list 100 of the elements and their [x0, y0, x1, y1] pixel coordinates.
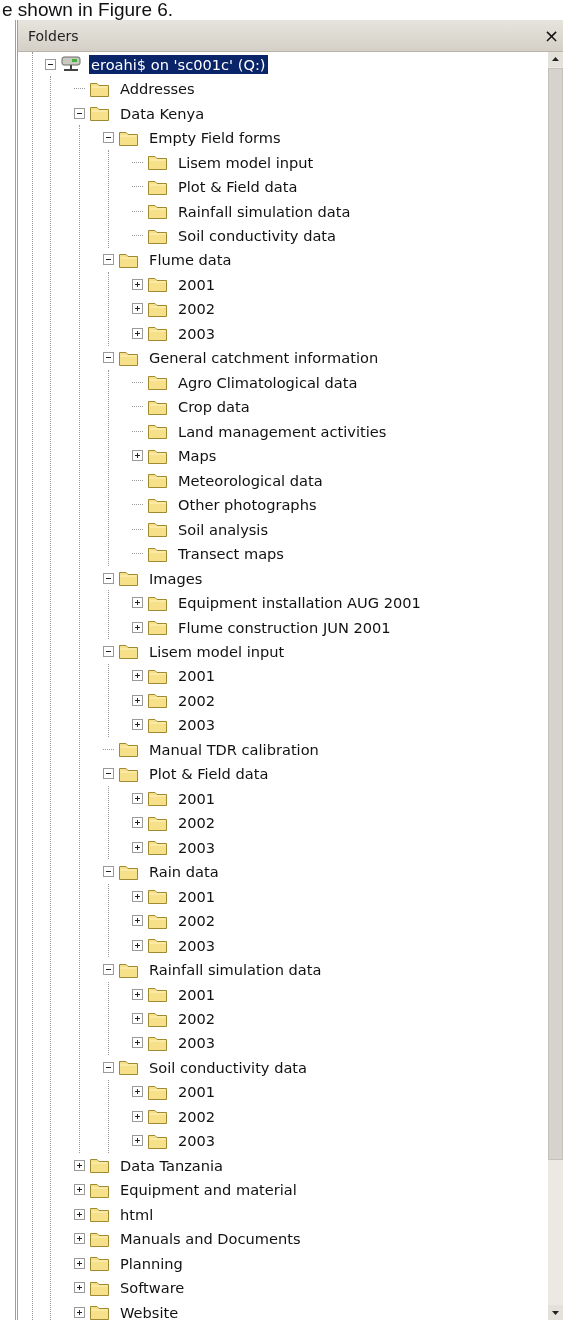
folder-label[interactable]: 2002	[176, 1009, 218, 1028]
folder-label[interactable]: 2001	[176, 666, 218, 686]
expand-icon[interactable]	[74, 1159, 85, 1171]
collapse-icon[interactable]	[103, 572, 114, 584]
expand-icon[interactable]	[132, 841, 143, 853]
folder-label[interactable]: Data Tanzania	[118, 1155, 226, 1175]
expand-icon[interactable]	[132, 303, 143, 315]
folder-label[interactable]: Equipment and material	[118, 1180, 299, 1200]
folder-label[interactable]: Soil conductivity data	[176, 226, 339, 245]
expand-icon[interactable]	[74, 1282, 85, 1294]
folder-label[interactable]: Planning	[118, 1253, 185, 1273]
folder-label[interactable]: Soil conductivity data	[147, 1057, 310, 1077]
folder-label[interactable]: Empty Field forms	[147, 128, 283, 148]
expand-icon[interactable]	[132, 670, 143, 682]
expand-icon[interactable]	[132, 719, 143, 731]
expand-icon[interactable]	[74, 1208, 85, 1220]
folder-label[interactable]: eroahi$ on 'sc001c' (Q:)	[89, 54, 268, 74]
scroll-up-icon[interactable]	[548, 52, 563, 67]
expand-icon[interactable]	[74, 1233, 85, 1245]
expand-icon[interactable]	[132, 694, 143, 706]
expand-icon[interactable]	[132, 1013, 143, 1024]
folder-label[interactable]: Plot & Field data	[176, 177, 300, 197]
folder-label[interactable]: 2001	[176, 886, 218, 906]
folder-icon	[147, 691, 169, 710]
expand-icon[interactable]	[132, 621, 143, 633]
expand-icon[interactable]	[132, 1037, 143, 1049]
collapse-icon[interactable]	[103, 1061, 114, 1073]
folder-label[interactable]: Flume construction JUN 2001	[176, 617, 393, 637]
collapse-icon[interactable]	[45, 58, 56, 70]
expand-icon[interactable]	[132, 278, 143, 290]
folder-label[interactable]: Transect maps	[176, 544, 286, 564]
folder-label[interactable]: 2003	[176, 1131, 218, 1151]
expand-icon[interactable]	[132, 1110, 143, 1122]
folder-icon	[89, 1254, 111, 1273]
expand-icon[interactable]	[74, 1306, 85, 1318]
folder-label[interactable]: 2002	[176, 911, 218, 931]
expand-icon[interactable]	[132, 915, 143, 927]
folder-label[interactable]: Manual TDR calibration	[147, 739, 321, 759]
folder-label[interactable]: 2001	[176, 274, 218, 294]
folder-label[interactable]: 2003	[176, 1033, 218, 1053]
expand-icon[interactable]	[132, 1135, 143, 1147]
folder-label[interactable]: 2003	[176, 837, 218, 857]
folder-label[interactable]: 2002	[176, 813, 218, 833]
folder-label[interactable]: 2001	[176, 788, 218, 808]
folder-label[interactable]: Lisem model input	[147, 642, 287, 661]
folder-label[interactable]: 2002	[176, 690, 218, 710]
collapse-icon[interactable]	[103, 132, 114, 144]
folder-icon	[147, 520, 169, 539]
expand-icon[interactable]	[74, 1184, 85, 1196]
folder-label[interactable]: Images	[147, 568, 205, 588]
folder-label[interactable]: 2001	[176, 1082, 218, 1102]
folder-label[interactable]: Soil analysis	[176, 519, 271, 539]
folder-label[interactable]: 2003	[176, 323, 218, 343]
folder-label[interactable]: Lisem model input	[176, 152, 316, 172]
folder-label[interactable]: Manuals and Documents	[118, 1229, 303, 1249]
folder-label[interactable]: Crop data	[176, 397, 252, 417]
scroll-down-icon[interactable]	[548, 1305, 563, 1320]
folder-label[interactable]: Other photographs	[176, 495, 319, 515]
folder-icon	[89, 1156, 111, 1175]
folder-icon	[118, 569, 140, 588]
expand-icon[interactable]	[132, 792, 143, 804]
folder-label[interactable]: Software	[118, 1278, 187, 1298]
collapse-icon[interactable]	[103, 866, 114, 878]
folder-label[interactable]: Flume data	[147, 250, 234, 270]
folder-label[interactable]: Rainfall simulation data	[176, 201, 353, 221]
expand-icon[interactable]	[132, 939, 143, 951]
folder-label[interactable]: Equipment installation AUG 2001	[176, 593, 423, 613]
folder-label[interactable]: Rain data	[147, 862, 221, 882]
collapse-icon[interactable]	[103, 352, 114, 364]
close-button[interactable]: ×	[541, 25, 561, 46]
folder-label[interactable]: Rainfall simulation data	[147, 960, 324, 980]
expand-icon[interactable]	[132, 988, 143, 1000]
folder-label[interactable]: 2002	[176, 299, 218, 319]
folder-label[interactable]: Data Kenya	[118, 103, 207, 123]
folder-label[interactable]: Agro Climatological data	[176, 372, 360, 392]
collapse-icon[interactable]	[74, 107, 85, 119]
expand-icon[interactable]	[132, 597, 143, 609]
collapse-icon[interactable]	[103, 768, 114, 780]
expand-icon[interactable]	[74, 1257, 85, 1269]
folder-label[interactable]: Addresses	[118, 79, 197, 99]
folder-label[interactable]: Meteorological data	[176, 470, 325, 490]
expand-icon[interactable]	[132, 817, 143, 829]
folder-icon	[118, 740, 140, 759]
expand-icon[interactable]	[132, 450, 143, 462]
folder-label[interactable]: 2003	[176, 715, 218, 735]
folder-label[interactable]: 2002	[176, 1106, 218, 1126]
folder-label[interactable]: html	[118, 1204, 156, 1224]
collapse-icon[interactable]	[103, 964, 114, 976]
folder-label[interactable]: Plot & Field data	[147, 764, 271, 784]
folder-label[interactable]: Land management activities	[176, 421, 389, 441]
expand-icon[interactable]	[132, 1086, 143, 1098]
folder-label[interactable]: Website	[118, 1302, 181, 1320]
folder-label[interactable]: 2001	[176, 984, 218, 1004]
folder-label[interactable]: Maps	[176, 446, 219, 466]
collapse-icon[interactable]	[103, 254, 114, 266]
collapse-icon[interactable]	[103, 646, 114, 657]
expand-icon[interactable]	[132, 890, 143, 902]
expand-icon[interactable]	[132, 327, 143, 339]
folder-label[interactable]: 2003	[176, 935, 218, 955]
folder-label[interactable]: General catchment information	[147, 348, 381, 368]
